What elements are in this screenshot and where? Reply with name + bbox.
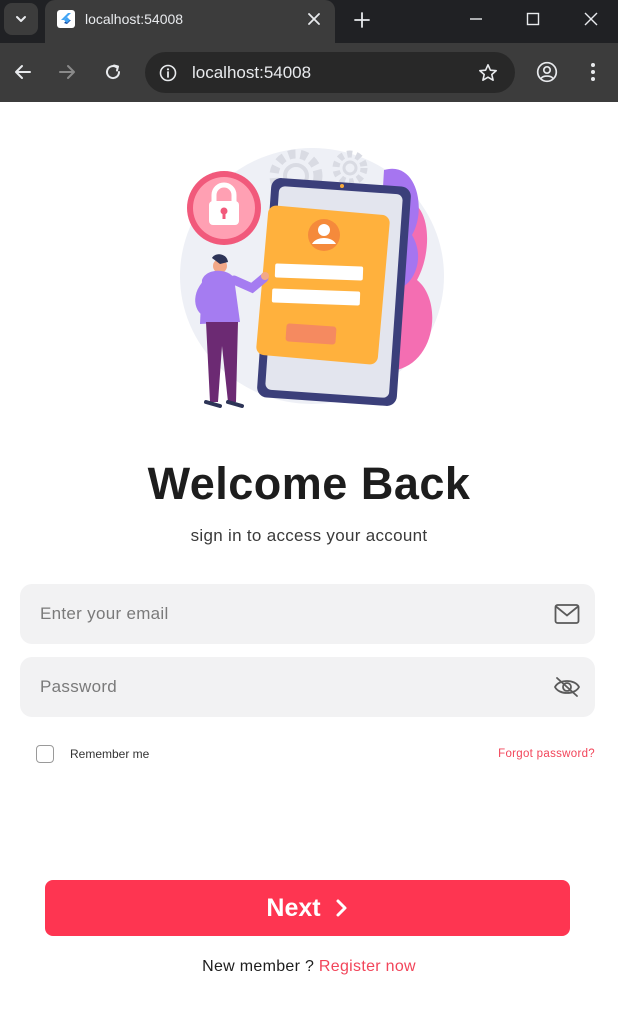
next-button[interactable]: Next bbox=[45, 880, 570, 936]
maximize-button[interactable] bbox=[516, 4, 550, 34]
forward-button[interactable] bbox=[52, 57, 82, 87]
login-page: Welcome Back sign in to access your acco… bbox=[0, 102, 618, 1013]
close-window-button[interactable] bbox=[574, 4, 608, 34]
minimize-icon bbox=[470, 18, 482, 20]
tab-title: localhost:54008 bbox=[85, 11, 184, 27]
arrow-left-icon bbox=[15, 65, 31, 79]
forgot-password-link[interactable]: Forgot password? bbox=[498, 748, 595, 760]
reload-button[interactable] bbox=[98, 57, 128, 87]
minimize-button[interactable] bbox=[459, 4, 493, 34]
remember-me-row: Remember me bbox=[36, 745, 149, 763]
signup-row: New member ? Register now bbox=[0, 958, 618, 976]
browser-menu-button[interactable] bbox=[578, 57, 608, 87]
next-button-label: Next bbox=[266, 893, 321, 922]
flutter-icon bbox=[57, 10, 75, 28]
new-tab-button[interactable] bbox=[348, 6, 376, 34]
site-info-button[interactable] bbox=[153, 58, 183, 88]
reload-icon bbox=[106, 64, 121, 80]
page-title: Welcome Back bbox=[147, 458, 471, 509]
site-info-icon bbox=[159, 64, 177, 82]
email-input[interactable] bbox=[40, 584, 540, 644]
register-link[interactable]: Register now bbox=[319, 958, 416, 975]
bookmark-button[interactable] bbox=[475, 60, 501, 86]
star-icon bbox=[479, 64, 497, 81]
eye-off-icon bbox=[553, 677, 581, 697]
browser-tab-bar: localhost:54008 bbox=[0, 0, 618, 43]
profile-button[interactable] bbox=[532, 57, 562, 87]
url-text[interactable]: localhost:54008 bbox=[192, 63, 311, 83]
page-subtitle: sign in to access your account bbox=[190, 526, 428, 545]
browser-toolbar: localhost:54008 bbox=[0, 43, 618, 102]
plus-icon bbox=[354, 12, 370, 28]
profile-icon bbox=[536, 61, 558, 83]
mail-icon bbox=[553, 600, 581, 628]
kebab-menu-icon bbox=[591, 63, 595, 81]
maximize-icon bbox=[526, 12, 540, 26]
chevron-down-icon bbox=[16, 16, 26, 22]
address-bar[interactable]: localhost:54008 bbox=[145, 52, 515, 93]
toggle-password-visibility-button[interactable] bbox=[553, 673, 581, 701]
signup-prompt: New member ? bbox=[202, 958, 319, 975]
remember-me-checkbox[interactable] bbox=[36, 745, 54, 763]
login-illustration bbox=[180, 148, 444, 408]
remember-me-label[interactable]: Remember me bbox=[70, 747, 149, 761]
password-input[interactable] bbox=[40, 657, 540, 717]
chevron-right-icon bbox=[335, 898, 349, 918]
email-field[interactable] bbox=[20, 584, 595, 644]
tab-search-button[interactable] bbox=[4, 3, 38, 35]
close-icon bbox=[308, 13, 320, 25]
back-button[interactable] bbox=[8, 57, 38, 87]
lock-icon bbox=[187, 171, 261, 245]
close-tab-button[interactable] bbox=[303, 8, 325, 30]
browser-tab[interactable]: localhost:54008 bbox=[45, 0, 335, 43]
arrow-right-icon bbox=[59, 65, 75, 79]
close-icon bbox=[584, 12, 598, 26]
password-field[interactable] bbox=[20, 657, 595, 717]
